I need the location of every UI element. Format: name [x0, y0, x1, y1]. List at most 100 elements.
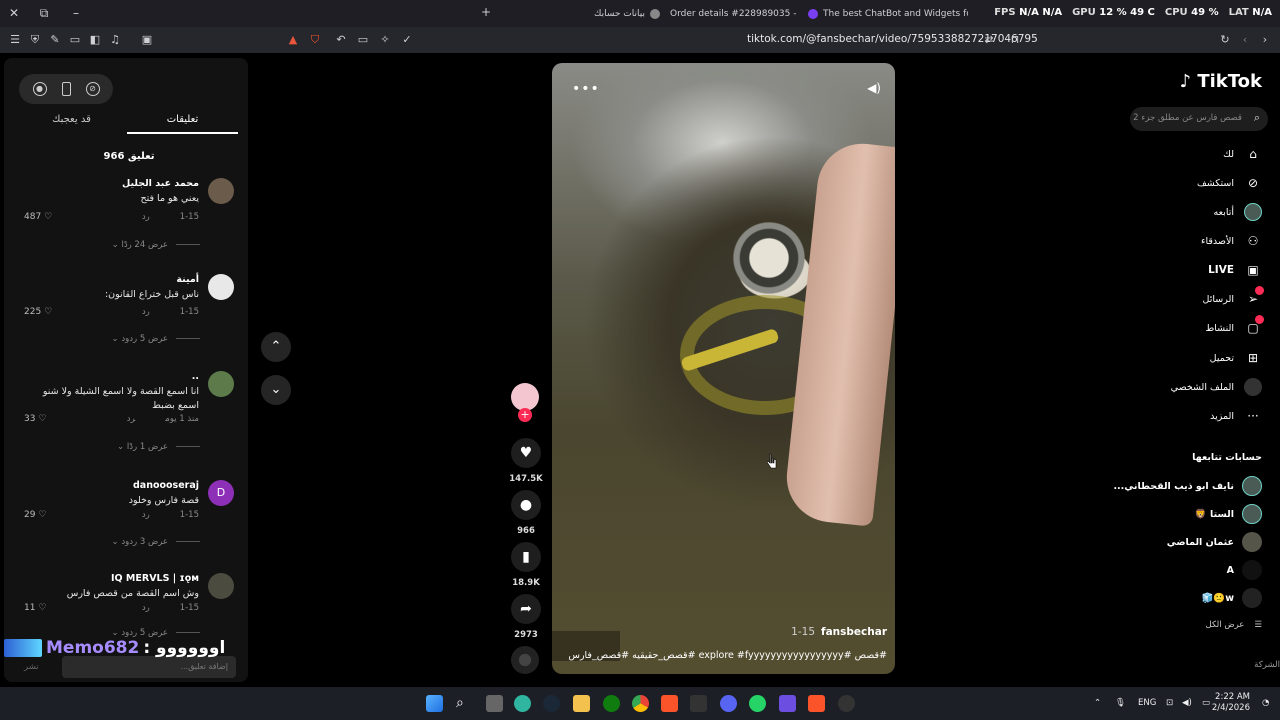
next-video-button[interactable]: ⌄ — [261, 375, 291, 405]
avatar[interactable] — [208, 573, 234, 599]
reply-button[interactable]: رد — [142, 307, 150, 317]
avatar[interactable] — [208, 178, 234, 204]
comment-icon[interactable]: ● — [511, 490, 541, 520]
share-action[interactable]: ➦ 2973 — [506, 594, 546, 640]
reply-button[interactable]: رد — [142, 510, 150, 520]
video-description[interactable]: #قصص #explore #fyyyyyyyyyyyyyyyyy #قصص_ح… — [567, 650, 887, 661]
minimize-window-icon[interactable]: – — [62, 6, 90, 20]
comment-author[interactable]: danoooseraj — [133, 480, 199, 491]
tab-comments[interactable]: تعليقات — [127, 114, 238, 125]
steam-icon[interactable] — [543, 695, 560, 712]
forward-icon[interactable]: › — [1258, 33, 1272, 47]
show-all-button[interactable]: ☰ عرض الكل — [1206, 620, 1262, 630]
brave-icon[interactable] — [661, 695, 678, 712]
comment-author[interactable]: أمينة — [176, 274, 199, 285]
nav-friends[interactable]: ⚇ الأصدقاء — [1201, 232, 1262, 250]
grid-app-icon[interactable] — [779, 695, 796, 712]
brave-shield-icon[interactable]: ⛉ — [308, 33, 322, 47]
video-author[interactable]: 1-15 fansbechar — [791, 626, 887, 638]
post-button[interactable]: نشر — [24, 662, 39, 672]
bookmark-icon[interactable]: ▮ — [511, 542, 541, 572]
record-icon[interactable] — [838, 695, 855, 712]
comment-author[interactable]: IQ MERVLS | ɪǫᴍ — [111, 573, 199, 584]
xbox-icon[interactable] — [603, 695, 620, 712]
comment-author[interactable]: .. — [192, 371, 199, 382]
heart-icon[interactable]: ♥ — [511, 438, 541, 468]
back-icon[interactable]: ‹ — [1238, 33, 1252, 47]
site-settings-icon[interactable]: ⇄ — [982, 33, 996, 47]
new-tab-icon[interactable]: + — [472, 5, 500, 19]
like-count[interactable]: 29 ♡ — [24, 510, 46, 520]
author-name[interactable]: fansbechar — [821, 626, 887, 638]
script-icon[interactable]: ✓ — [400, 33, 414, 47]
reply-button[interactable]: رد — [142, 603, 150, 613]
task-view-icon[interactable] — [486, 695, 503, 712]
brave-active-icon[interactable] — [808, 695, 825, 712]
nav-messages[interactable]: ➢ الرسائل — [1203, 286, 1264, 308]
tab-chatbot[interactable]: The best ChatBot and Widgets for Ki — [808, 5, 968, 22]
file-explorer-icon[interactable] — [573, 695, 590, 712]
view-replies[interactable]: عرض 1 ردًا ⌄ — [117, 442, 200, 452]
close-window-icon[interactable]: ✕ — [0, 6, 28, 20]
back-arrow-icon[interactable]: ↶ — [334, 33, 348, 47]
nav-more[interactable]: ··· المزيد — [1210, 407, 1262, 425]
avatar-icon[interactable]: ● — [32, 82, 47, 96]
nav-activity[interactable]: ▢ النشاط — [1205, 315, 1264, 337]
notifications-icon[interactable]: ◔ — [1262, 698, 1269, 708]
previous-video-button[interactable]: ⌃ — [261, 332, 291, 362]
edge-icon[interactable] — [514, 695, 531, 712]
language-indicator[interactable]: ENG — [1138, 698, 1156, 708]
discord-icon[interactable] — [720, 695, 737, 712]
like-action[interactable]: ♥ 147.5K — [506, 438, 546, 484]
restore-window-icon[interactable]: ⧉ — [30, 6, 58, 21]
network-icon[interactable]: ⊡ — [1166, 698, 1173, 708]
reply-button[interactable]: رد — [127, 414, 135, 424]
sidebar-icon[interactable]: ◧ — [88, 33, 102, 47]
nav-explore[interactable]: ⊘ استكشف — [1197, 174, 1262, 192]
music-icon[interactable]: ♫ — [108, 33, 122, 47]
tiktok-logo[interactable]: ♪ TikTok — [1180, 71, 1262, 92]
avatar[interactable] — [208, 371, 234, 397]
following-account[interactable]: A — [1227, 560, 1262, 580]
reply-button[interactable]: رد — [142, 212, 150, 222]
avatar[interactable] — [208, 274, 234, 300]
company-link[interactable]: الشركة — [1254, 660, 1280, 670]
nav-profile[interactable]: الملف الشخصي — [1171, 378, 1262, 396]
following-account[interactable]: w🙂🧊 — [1202, 588, 1262, 608]
nav-upload[interactable]: ⊞ تحميل — [1210, 349, 1262, 367]
whatsapp-icon[interactable] — [749, 695, 766, 712]
tabs-icon[interactable]: ▭ — [68, 33, 82, 47]
wallet-icon[interactable]: ▣ — [140, 33, 154, 47]
like-count[interactable]: 33 ♡ — [24, 414, 46, 424]
tool-icon[interactable]: ✧ — [378, 33, 392, 47]
tab-you-may-like[interactable]: قد يعجبك — [16, 114, 127, 125]
reload-icon[interactable]: ↻ — [1218, 33, 1232, 47]
like-count[interactable]: 225 ♡ — [24, 307, 52, 317]
avatar[interactable]: D — [208, 480, 234, 506]
view-replies[interactable]: عرض 24 ردًا ⌄ — [112, 240, 200, 250]
screen-icon[interactable]: ▭ — [356, 33, 370, 47]
nav-for-you[interactable]: ⌂ لك — [1223, 145, 1262, 163]
search-input[interactable]: ⌕ قصص فارس عن مطلق جزء 2 — [1130, 107, 1268, 131]
creator-avatar[interactable] — [511, 383, 539, 411]
share-icon[interactable]: ➦ — [511, 594, 541, 624]
extension-icon[interactable]: ▲ — [286, 33, 300, 47]
mic-icon[interactable]: 🎙 — [1115, 698, 1126, 708]
pen-icon[interactable]: ✎ — [48, 33, 62, 47]
battery-icon[interactable]: ▭ — [1202, 698, 1210, 708]
comment-author[interactable]: محمد عبد الجليل — [122, 178, 199, 189]
music-disc-icon[interactable] — [511, 646, 539, 674]
search-icon[interactable]: ⌕ — [1254, 111, 1260, 125]
nav-live[interactable]: ▣ LIVE — [1208, 261, 1262, 279]
shield-icon[interactable]: ⛨ — [28, 33, 42, 47]
app-icon[interactable] — [690, 695, 707, 712]
following-account[interactable]: نايف ابو ذيب القحطاني... — [1113, 476, 1262, 496]
like-count[interactable]: 487 ♡ — [24, 212, 52, 222]
start-icon[interactable] — [426, 695, 443, 712]
save-action[interactable]: ▮ 18.9K — [506, 542, 546, 588]
bookmark-icon[interactable]: ⊓ — [1008, 33, 1022, 47]
following-account[interactable]: عثمان الماضي — [1167, 532, 1262, 552]
compass-small-icon[interactable]: ⊘ — [85, 82, 100, 96]
comment-action[interactable]: ● 966 — [506, 490, 546, 536]
view-replies[interactable]: عرض 5 ردود ⌄ — [112, 334, 200, 344]
